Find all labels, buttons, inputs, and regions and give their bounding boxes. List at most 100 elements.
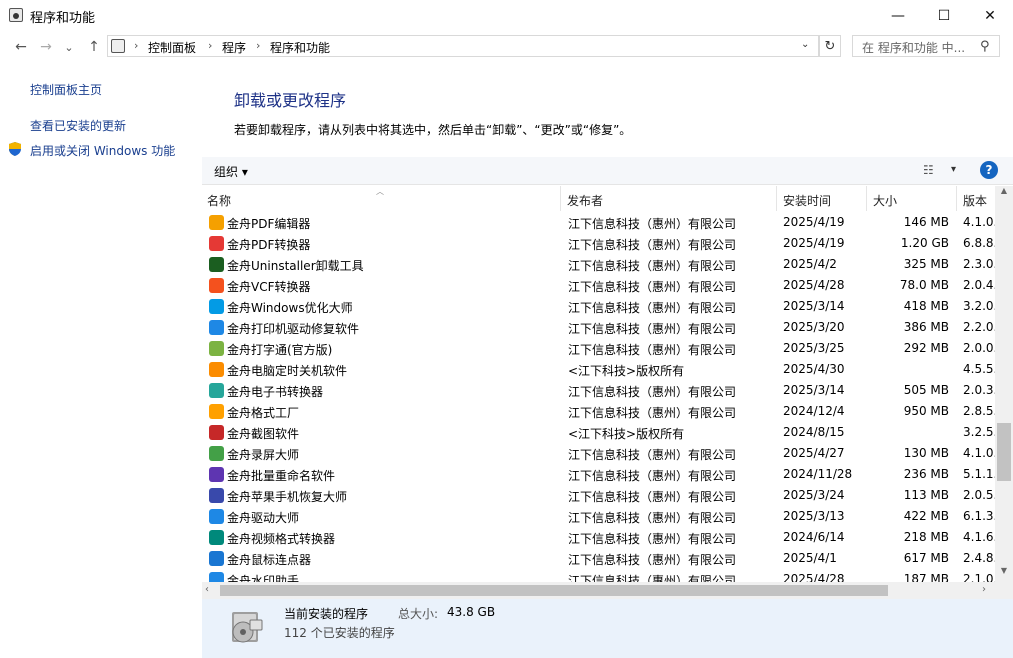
program-installed-on: 2025/4/19 [783, 236, 845, 250]
program-publisher: 江下信息科技（惠州）有限公司 [568, 574, 737, 582]
program-name: 金舟打字通(官方版) [227, 343, 333, 357]
column-divider[interactable] [866, 186, 867, 211]
column-header-size[interactable]: 大小 [873, 192, 897, 209]
program-version: 4.1.0.0 [963, 446, 995, 460]
view-installed-updates-link[interactable]: 查看已安装的更新 [30, 117, 126, 134]
close-button[interactable]: ✕ [967, 0, 1013, 31]
search-icon[interactable]: ⚲ [980, 39, 990, 54]
column-header-version[interactable]: 版本 [963, 192, 987, 209]
organize-button[interactable]: 组织 ▾ [214, 163, 248, 180]
table-row[interactable]: 金舟打字通(官方版) 江下信息科技（惠州）有限公司 2025/3/25 292 MB 2… [202, 338, 995, 359]
program-publisher: 江下信息科技（惠州）有限公司 [568, 217, 737, 231]
table-row[interactable]: 金舟批量重命名软件 江下信息科技（惠州）有限公司 2024/11/28 236 MB 5… [202, 464, 995, 485]
program-icon [209, 446, 224, 461]
maximize-button[interactable]: ☐ [921, 0, 967, 31]
program-installed-on: 2024/8/15 [783, 425, 845, 439]
program-installed-on: 2025/4/19 [783, 215, 845, 229]
program-size: 325 MB [903, 257, 949, 271]
refresh-button[interactable]: ↻ [819, 35, 841, 57]
program-icon [209, 383, 224, 398]
program-publisher: 江下信息科技（惠州）有限公司 [568, 343, 737, 357]
control-panel-icon [9, 8, 23, 22]
table-row[interactable]: 金舟苹果手机恢复大师 江下信息科技（惠州）有限公司 2025/3/24 113 MB 2… [202, 485, 995, 506]
program-name: 金舟视频格式转换器 [227, 532, 336, 546]
horizontal-scroll-thumb[interactable] [220, 585, 888, 596]
breadcrumb-separator[interactable]: › [208, 39, 212, 52]
column-divider[interactable] [956, 186, 957, 211]
program-icon [209, 530, 224, 545]
table-row[interactable]: 金舟截图软件 <江下科技>版权所有 2024/8/15 3.2.5.0 [202, 422, 995, 443]
column-divider[interactable] [560, 186, 561, 211]
table-row[interactable]: 金舟电脑定时关机软件 <江下科技>版权所有 2025/4/30 4.5.5.0 [202, 359, 995, 380]
windows-features-link[interactable]: 启用或关闭 Windows 功能 [30, 142, 175, 159]
column-header-row: ︿ 名称 发布者 安装时间 大小 版本 [202, 186, 995, 211]
program-installed-on: 2025/4/30 [783, 362, 845, 376]
table-row[interactable]: 金舟鼠标连点器 江下信息科技（惠州）有限公司 2025/4/1 617 MB 2.4.8… [202, 548, 995, 569]
program-name: 金舟截图软件 [227, 427, 300, 441]
table-row[interactable]: 金舟VCF转换器 江下信息科技（惠州）有限公司 2025/4/28 78.0 MB 2.… [202, 275, 995, 296]
table-row[interactable]: 金舟格式工厂 江下信息科技（惠州）有限公司 2024/12/4 950 MB 2.8.5… [202, 401, 995, 422]
column-header-publisher[interactable]: 发布者 [567, 192, 603, 209]
program-icon [209, 551, 224, 566]
program-size: 130 MB [903, 446, 949, 460]
breadcrumb-programs[interactable]: 程序 [222, 39, 246, 56]
forward-button[interactable]: → [35, 36, 57, 58]
breadcrumb-control-panel[interactable]: 控制面板 [148, 39, 196, 56]
program-list[interactable]: ︿ 名称 发布者 安装时间 大小 版本 金舟PDF编辑器 江下信息科技（惠州）有限… [202, 186, 995, 582]
program-icon [209, 278, 224, 293]
program-installed-on: 2025/3/20 [783, 320, 845, 334]
program-publisher: 江下信息科技（惠州）有限公司 [568, 301, 737, 315]
chevron-down-icon[interactable]: ▾ [951, 164, 956, 175]
view-options-icon[interactable]: ☷ [923, 163, 934, 177]
breadcrumb-separator[interactable]: › [256, 39, 260, 52]
program-name: 金舟批量重命名软件 [227, 469, 336, 483]
recent-locations-button[interactable]: ⌄ [62, 36, 76, 58]
program-installed-on: 2025/3/14 [783, 383, 845, 397]
table-row[interactable]: 金舟视频格式转换器 江下信息科技（惠州）有限公司 2024/6/14 218 MB 4.… [202, 527, 995, 548]
table-row[interactable]: 金舟Uninstaller卸载工具 江下信息科技（惠州）有限公司 2025/4/2 3… [202, 254, 995, 275]
details-title: 当前安装的程序 [284, 607, 369, 621]
scroll-up-icon[interactable]: ▲ [995, 186, 1013, 200]
table-row[interactable]: 金舟Windows优化大师 江下信息科技（惠州）有限公司 2025/3/14 418 … [202, 296, 995, 317]
help-icon[interactable]: ? [980, 161, 998, 179]
page-title: 卸载或更改程序 [234, 91, 347, 110]
program-name: 金舟水印助手 [227, 574, 300, 582]
minimize-button[interactable]: — [875, 0, 921, 31]
up-button[interactable]: ↑ [83, 36, 105, 58]
program-version: 2.8.5.0 [963, 404, 995, 418]
scroll-left-icon[interactable]: ‹ [205, 584, 209, 595]
program-publisher: 江下信息科技（惠州）有限公司 [568, 448, 737, 462]
total-size-value: 43.8 GB [447, 605, 496, 619]
program-version: 4.5.5.0 [963, 362, 995, 376]
table-row[interactable]: 金舟录屏大师 江下信息科技（惠州）有限公司 2025/4/27 130 MB 4.1.0… [202, 443, 995, 464]
horizontal-scrollbar[interactable]: ‹ › [202, 582, 995, 599]
program-installed-on: 2025/4/27 [783, 446, 845, 460]
column-header-name[interactable]: 名称 [207, 192, 231, 209]
program-version: 2.1.0.0 [963, 572, 995, 582]
table-row[interactable]: 金舟打印机驱动修复软件 江下信息科技（惠州）有限公司 2025/3/20 386 MB… [202, 317, 995, 338]
command-toolbar: 组织 ▾ ☷ ▾ ? [202, 157, 1013, 185]
back-button[interactable]: ← [10, 36, 32, 58]
breadcrumb-programs-features[interactable]: 程序和功能 [270, 39, 330, 56]
address-bar[interactable]: › 控制面板 › 程序 › 程序和功能 ⌄ [107, 35, 819, 57]
program-name: 金舟打印机驱动修复软件 [227, 322, 360, 336]
chevron-down-icon[interactable]: ⌄ [801, 39, 809, 50]
table-row[interactable]: 金舟PDF转换器 江下信息科技（惠州）有限公司 2025/4/19 1.20 GB 6.… [202, 233, 995, 254]
table-row[interactable]: 金舟水印助手 江下信息科技（惠州）有限公司 2025/4/28 187 MB 2.1.0… [202, 569, 995, 582]
program-version: 2.0.0.0 [963, 341, 995, 355]
column-divider[interactable] [776, 186, 777, 211]
scroll-down-icon[interactable]: ▼ [995, 566, 1013, 580]
title-bar: 程序和功能 — ☐ ✕ [0, 0, 1013, 31]
vertical-scroll-thumb[interactable] [997, 423, 1011, 482]
program-size: 218 MB [903, 530, 949, 544]
column-header-installed-on[interactable]: 安装时间 [783, 192, 831, 209]
table-row[interactable]: 金舟驱动大师 江下信息科技（惠州）有限公司 2025/3/13 422 MB 6.1.3… [202, 506, 995, 527]
table-row[interactable]: 金舟PDF编辑器 江下信息科技（惠州）有限公司 2025/4/19 146 MB 4.1… [202, 212, 995, 233]
vertical-scrollbar[interactable]: ▲ ▼ [995, 186, 1013, 582]
table-row[interactable]: 金舟电子书转换器 江下信息科技（惠州）有限公司 2025/3/14 505 MB 2.0… [202, 380, 995, 401]
total-size-label: 总大小: [398, 607, 439, 621]
scroll-right-icon[interactable]: › [982, 584, 986, 595]
program-icon [209, 467, 224, 482]
control-panel-home-link[interactable]: 控制面板主页 [30, 81, 102, 98]
search-input[interactable]: 在 程序和功能 中... ⚲ [852, 35, 1000, 57]
